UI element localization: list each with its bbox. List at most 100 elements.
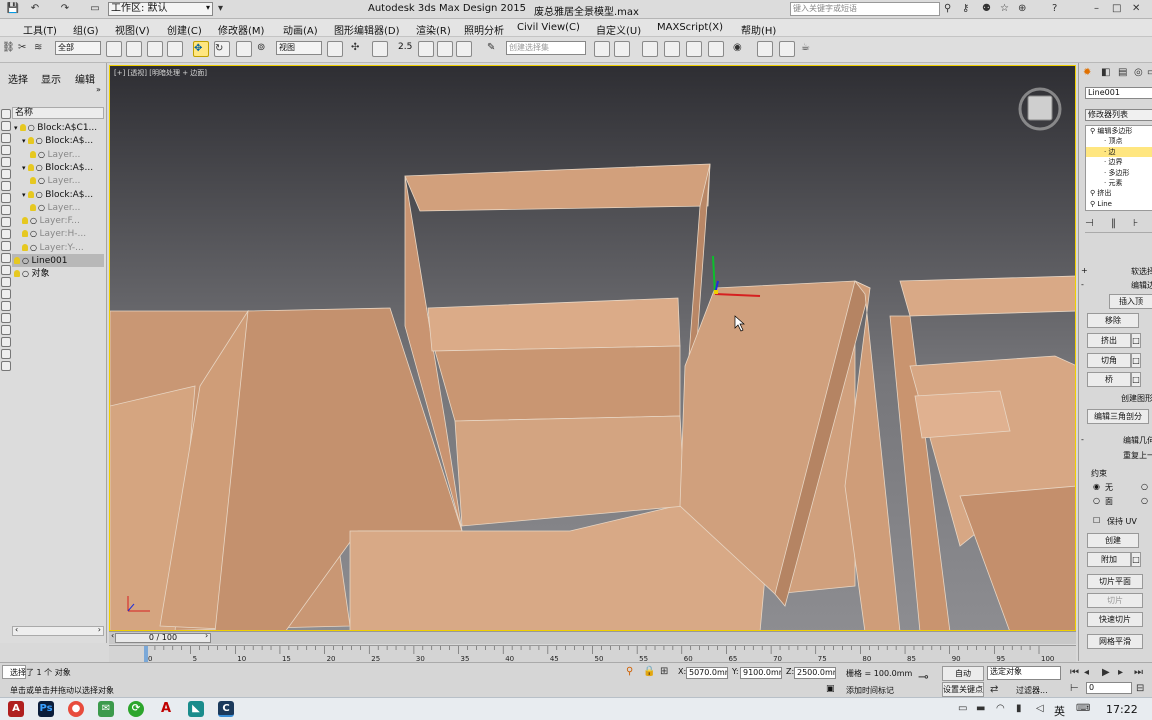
attach-list-icon[interactable]: □ bbox=[1131, 552, 1141, 567]
reference-coord-dropdown[interactable]: 视图 bbox=[276, 41, 322, 55]
bridge-button[interactable]: 桥 bbox=[1087, 372, 1131, 387]
search-input[interactable]: 键入关键字或短语 bbox=[790, 2, 940, 16]
goto-start-icon[interactable]: ⏮ bbox=[1070, 666, 1079, 680]
filter-icon[interactable] bbox=[1, 169, 11, 179]
hierarchy-tab-icon[interactable]: ▤ bbox=[1118, 66, 1127, 80]
create-tab-icon[interactable]: ✹ bbox=[1083, 66, 1091, 80]
rotate-icon[interactable]: ↻ bbox=[214, 41, 230, 57]
expand-icon[interactable]: » bbox=[96, 85, 101, 94]
binoculars-icon[interactable]: ⚲ bbox=[944, 2, 951, 16]
curve-editor-icon[interactable] bbox=[686, 41, 702, 57]
scroll-right-icon[interactable]: › bbox=[98, 625, 101, 634]
freeze-icon[interactable]: ○ bbox=[38, 203, 48, 212]
lock-selection-icon[interactable]: ⚲ bbox=[626, 665, 633, 679]
constraint-edge-radio[interactable]: ○ bbox=[1141, 482, 1148, 491]
filter-icon[interactable] bbox=[1, 217, 11, 227]
auto-key-button[interactable]: 自动 bbox=[942, 666, 984, 681]
select-manipulate-icon[interactable]: ✣ bbox=[351, 41, 367, 57]
menu-tools[interactable]: 工具(T) bbox=[23, 22, 57, 37]
filter-icon[interactable] bbox=[1, 253, 11, 263]
modifier-stack-item[interactable]: · 多边形 bbox=[1086, 168, 1152, 178]
filter-icon[interactable] bbox=[1, 241, 11, 251]
slice-plane-button[interactable]: 切片平面 bbox=[1087, 574, 1143, 589]
create-shape-button[interactable]: 创建图形 bbox=[1121, 393, 1152, 404]
next-frame-icon[interactable]: › bbox=[205, 631, 208, 640]
insert-vertex-button[interactable]: 插入顶 bbox=[1109, 294, 1152, 309]
constraint-none-radio[interactable]: ◉ bbox=[1093, 482, 1100, 491]
filter-icon[interactable] bbox=[1, 265, 11, 275]
menu-modifiers[interactable]: 修改器(M) bbox=[218, 22, 264, 37]
attach-button[interactable]: 附加 bbox=[1087, 552, 1131, 567]
freeze-icon[interactable]: ○ bbox=[22, 256, 32, 265]
extrude-settings-icon[interactable]: □ bbox=[1131, 333, 1141, 348]
tab-display[interactable]: 显示 bbox=[41, 71, 61, 86]
time-slider[interactable]: 0 / 100 ‹ › bbox=[109, 631, 1076, 644]
modifier-stack-item[interactable]: · 边界 bbox=[1086, 157, 1152, 167]
visibility-bulb-icon[interactable] bbox=[27, 190, 34, 198]
redo-icon[interactable]: ↷ bbox=[58, 2, 72, 16]
material-editor-icon[interactable]: ◉ bbox=[733, 41, 749, 57]
window-crossing-icon[interactable] bbox=[167, 41, 183, 57]
create-button[interactable]: 创建 bbox=[1087, 533, 1139, 548]
bridge-settings-icon[interactable]: □ bbox=[1131, 372, 1141, 387]
menu-lighting[interactable]: 照明分析 bbox=[464, 22, 504, 37]
tree-row[interactable]: ○ Layer... bbox=[12, 174, 104, 187]
x-coordinate-field[interactable]: 5070.0mm bbox=[686, 667, 728, 679]
next-key-icon[interactable]: ▸ bbox=[1118, 666, 1123, 680]
workspace-dropdown[interactable]: 工作区: 默认 ▾ bbox=[108, 2, 213, 16]
pin-stack-icon[interactable]: ⊣ bbox=[1085, 217, 1094, 231]
scene-explorer-icon[interactable] bbox=[664, 41, 680, 57]
mesh-smooth-button[interactable]: 网格平滑 bbox=[1087, 634, 1143, 649]
tree-row[interactable]: ○ Layer:Y-... bbox=[12, 241, 104, 254]
angle-snap-icon[interactable] bbox=[418, 41, 434, 57]
modifier-stack-item[interactable]: · 顶点 bbox=[1086, 136, 1152, 146]
tab-edit[interactable]: 编辑 bbox=[75, 71, 95, 86]
tree-row[interactable]: ○ Line001 bbox=[12, 254, 104, 267]
freeze-icon[interactable]: ○ bbox=[38, 150, 48, 159]
visibility-bulb-icon[interactable] bbox=[30, 177, 36, 185]
key-mode-icon[interactable]: ⇄ bbox=[990, 683, 998, 697]
column-header[interactable]: 名称 bbox=[12, 107, 104, 119]
link-icon[interactable]: ⛓ bbox=[2, 41, 18, 57]
unlink-icon[interactable]: ✂ bbox=[18, 41, 34, 57]
viewport-label[interactable]: [+] [透视] [明暗处理 + 边面] bbox=[114, 68, 207, 78]
select-object-icon[interactable] bbox=[106, 41, 122, 57]
tree-row[interactable]: ○ Layer:F... bbox=[12, 214, 104, 227]
visibility-bulb-icon[interactable] bbox=[22, 217, 28, 225]
filters-button[interactable]: 过滤器... bbox=[1016, 685, 1048, 696]
tree-row[interactable]: ○ 对象 bbox=[12, 267, 104, 280]
freeze-icon[interactable]: ○ bbox=[38, 176, 48, 185]
expand-arrow-icon[interactable]: ▾ bbox=[22, 164, 28, 172]
add-time-tag-icon[interactable]: ▣ bbox=[826, 684, 835, 694]
selection-filter-dropdown[interactable]: 全部 bbox=[55, 41, 101, 55]
visibility-bulb-icon[interactable] bbox=[22, 243, 28, 251]
sketch-app-icon[interactable]: ◣ bbox=[188, 701, 204, 717]
filter-icon[interactable] bbox=[1, 337, 11, 347]
filter-icon[interactable] bbox=[1, 205, 11, 215]
expand-arrow-icon[interactable]: ▾ bbox=[14, 124, 20, 132]
make-unique-icon[interactable]: ⊦ bbox=[1133, 217, 1138, 231]
select-by-name-icon[interactable] bbox=[126, 41, 142, 57]
visibility-bulb-icon[interactable] bbox=[30, 203, 36, 211]
goto-end-icon[interactable]: ⏭ bbox=[1134, 666, 1143, 680]
ime-language[interactable]: 英 bbox=[1054, 703, 1065, 719]
keyboard-icon[interactable]: ⌨ bbox=[1076, 702, 1090, 716]
visibility-bulb-icon[interactable] bbox=[30, 150, 36, 158]
wechat-app-icon[interactable]: ✉ bbox=[98, 701, 114, 717]
lock-icon[interactable]: 🔒 bbox=[643, 665, 655, 679]
menu-views[interactable]: 视图(V) bbox=[115, 22, 150, 37]
refresh-app-icon[interactable]: ⟳ bbox=[128, 701, 144, 717]
filter-icon[interactable] bbox=[1, 277, 11, 287]
filter-icon[interactable] bbox=[1, 361, 11, 371]
rollout-toggle-icon[interactable]: + bbox=[1081, 266, 1088, 275]
autocad-app-icon[interactable]: A bbox=[8, 701, 24, 717]
motion-tab-icon[interactable]: ◎ bbox=[1134, 66, 1143, 80]
network-icon[interactable]: ▭ bbox=[958, 702, 967, 716]
modifier-stack-item[interactable]: ⚲ Line bbox=[1086, 199, 1152, 209]
filter-icon[interactable] bbox=[1, 109, 11, 119]
constraint-face-radio[interactable]: ○ bbox=[1093, 496, 1100, 505]
help-icon[interactable]: ? bbox=[1052, 2, 1057, 16]
percent-snap-icon[interactable] bbox=[437, 41, 453, 57]
z-coordinate-field[interactable]: 2500.0mm bbox=[794, 667, 836, 679]
rendered-frame-icon[interactable] bbox=[779, 41, 795, 57]
